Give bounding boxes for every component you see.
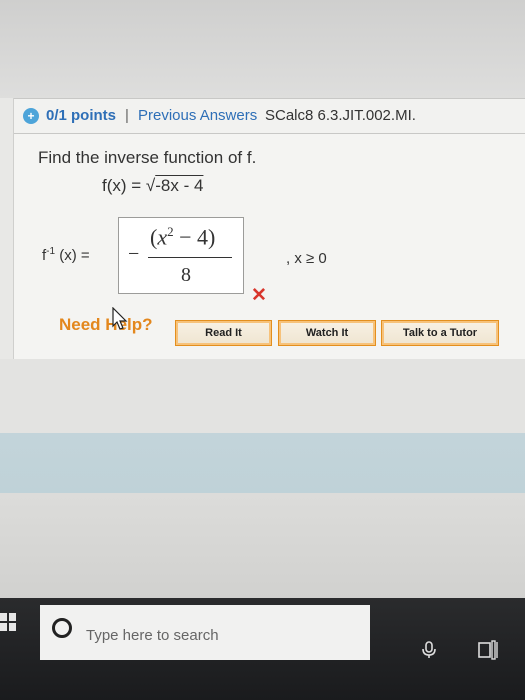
question-prompt: Find the inverse function of f. [38,148,257,167]
top-strip [0,0,525,100]
numerator-rest: − 4 [173,224,209,250]
need-help-label: Need Help? [59,315,153,334]
inverse-label: f-1 (x) = [42,246,90,264]
inverse-rest: (x) = [55,247,90,264]
search-placeholder: Type here to search [86,627,219,644]
answer-numerator: (x2 − 4) [150,224,215,250]
page-footer-area [0,359,525,433]
windows-start-icon[interactable] [0,613,16,631]
page-blue-band [0,433,525,493]
fraction-bar [148,257,232,258]
answer-sign: − [128,243,140,265]
read-it-button[interactable]: Read It [175,320,272,346]
domain-restriction: , x ≥ 0 [286,250,327,267]
function-definition: f(x) = √-8x - 4 [102,176,203,196]
microphone-icon[interactable] [422,641,436,659]
numerator-close-paren: ) [208,224,216,250]
function-lhs: f(x) = √ [102,176,156,195]
points-label: 0/1 points [46,107,117,124]
plus-icon[interactable]: + [23,108,39,124]
inverse-superscript: -1 [46,246,56,257]
talk-to-tutor-button[interactable]: Talk to a Tutor [381,320,499,346]
mouse-cursor-icon [112,307,128,330]
answer-denominator: 8 [181,264,191,286]
separator: | [125,107,129,124]
course-code: SCalc8 6.3.JIT.002.MI. [265,107,416,124]
watch-it-button[interactable]: Watch It [278,320,376,346]
function-radicand: -8x - 4 [155,176,204,195]
task-view-icon[interactable] [478,640,500,660]
previous-answers-link[interactable]: Previous Answers [138,107,257,124]
incorrect-x-icon: ✕ [251,285,267,306]
screen: + 0/1 points | Previous Answers SCalc8 6… [0,0,525,700]
page-lower-area [0,493,525,598]
search-circle-icon [52,618,72,638]
numerator-variable: x [157,224,168,250]
